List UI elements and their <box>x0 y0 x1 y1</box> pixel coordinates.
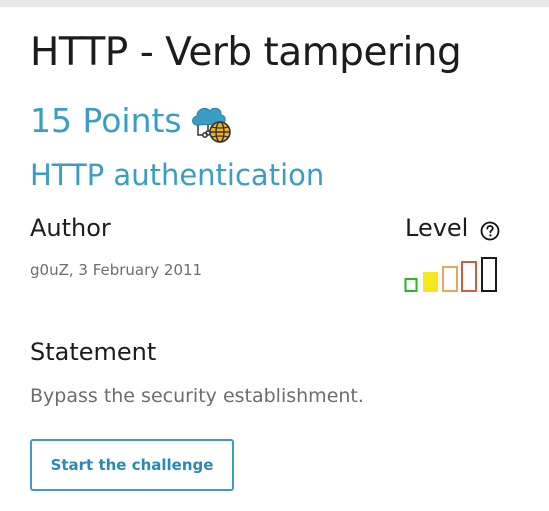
top-bar <box>0 0 549 7</box>
level-bar-2 <box>423 272 438 292</box>
level-bar-1 <box>404 278 418 292</box>
challenge-points: 15 Points <box>30 101 182 140</box>
level-indicator <box>404 257 497 292</box>
level-heading: Level <box>405 214 469 242</box>
category-link[interactable]: HTTP authentication <box>30 158 324 192</box>
author-heading: Author <box>30 214 111 242</box>
start-challenge-button[interactable]: Start the challenge <box>30 439 234 491</box>
cloud-network-globe-icon <box>192 107 231 143</box>
question-circle-icon[interactable] <box>480 221 500 241</box>
statement-text: Bypass the security establishment. <box>30 385 364 407</box>
statement-heading: Statement <box>30 338 157 366</box>
level-bar-5 <box>481 257 497 292</box>
level-bar-4 <box>461 261 477 292</box>
page-title: HTTP - Verb tampering <box>30 30 462 75</box>
level-bar-3 <box>442 266 458 292</box>
author-meta: g0uZ, 3 February 2011 <box>30 261 203 279</box>
